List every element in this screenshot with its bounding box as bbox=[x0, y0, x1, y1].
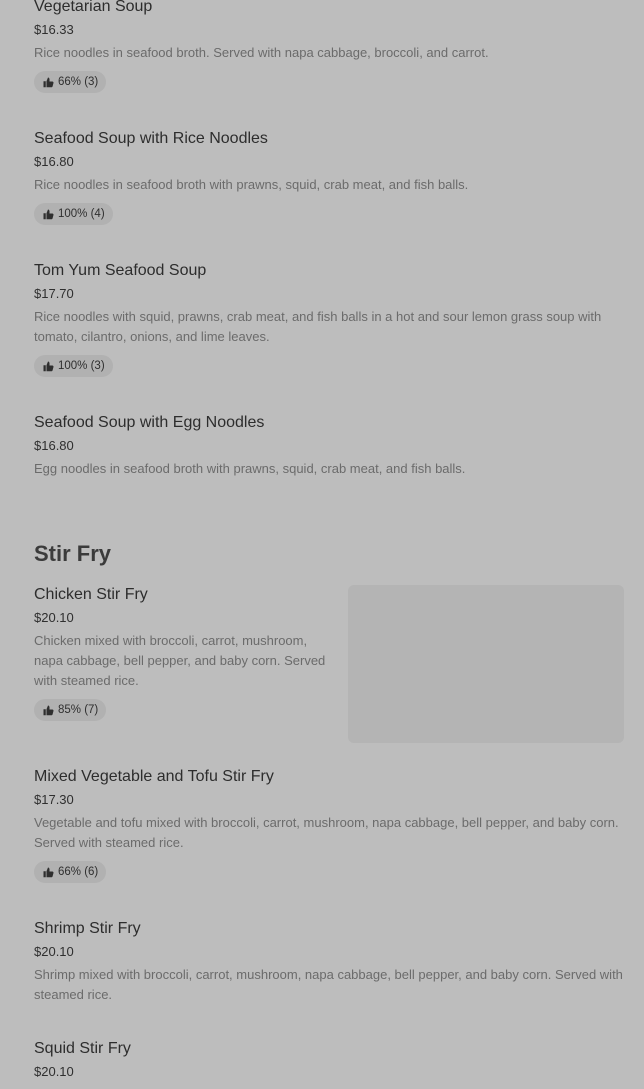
item-description: Egg noodles in seafood broth with prawns… bbox=[34, 461, 466, 476]
thumbs-up-icon bbox=[43, 77, 54, 88]
rating-badge: 66% (6) bbox=[34, 861, 107, 883]
rating-badge: 100% (3) bbox=[34, 355, 113, 377]
rating-text: 85% (7) bbox=[58, 704, 99, 716]
thumbs-up-icon bbox=[43, 705, 54, 716]
item-description: Rice noodles in seafood broth. Served wi… bbox=[34, 45, 489, 60]
menu-item-squid-stir-fry[interactable]: Squid Stir Fry $20.10 bbox=[34, 1039, 624, 1080]
item-description: Rice noodles with squid, prawns, crab me… bbox=[34, 309, 602, 344]
rating-text: 66% (3) bbox=[58, 76, 99, 88]
menu-item-mixed-vegetable-tofu-stir-fry[interactable]: Mixed Vegetable and Tofu Stir Fry $17.30… bbox=[34, 767, 624, 883]
rating-text: 66% (6) bbox=[58, 866, 99, 878]
menu-item-tom-yum-seafood-soup[interactable]: Tom Yum Seafood Soup $17.70 Rice noodles… bbox=[34, 261, 614, 377]
item-price: $16.33 bbox=[34, 22, 74, 37]
item-name: Tom Yum Seafood Soup bbox=[34, 262, 207, 279]
item-name: Seafood Soup with Rice Noodles bbox=[34, 130, 268, 147]
item-price: $16.80 bbox=[34, 438, 74, 453]
item-name: Mixed Vegetable and Tofu Stir Fry bbox=[34, 768, 274, 785]
rating-badge: 100% (4) bbox=[34, 203, 113, 225]
item-description: Shrimp mixed with broccoli, carrot, mush… bbox=[34, 967, 623, 1002]
menu-item-seafood-soup-egg-noodles[interactable]: Seafood Soup with Egg Noodles $16.80 Egg… bbox=[34, 413, 624, 479]
item-name: Vegetarian Soup bbox=[34, 0, 153, 15]
item-price: $17.70 bbox=[34, 286, 74, 301]
rating-badge: 66% (3) bbox=[34, 71, 107, 93]
menu-item-vegetarian-soup[interactable]: Vegetarian Soup $16.33 Rice noodles in s… bbox=[34, 0, 624, 93]
rating-badge: 85% (7) bbox=[34, 699, 107, 721]
rating-text: 100% (3) bbox=[58, 360, 105, 372]
item-price: $20.10 bbox=[34, 1064, 74, 1079]
item-description: Rice noodles in seafood broth with prawn… bbox=[34, 177, 469, 192]
item-price: $17.30 bbox=[34, 792, 74, 807]
item-name: Shrimp Stir Fry bbox=[34, 920, 141, 937]
item-description: Chicken mixed with broccoli, carrot, mus… bbox=[34, 633, 326, 688]
menu-item-shrimp-stir-fry[interactable]: Shrimp Stir Fry $20.10 Shrimp mixed with… bbox=[34, 919, 624, 1005]
item-price: $20.10 bbox=[34, 944, 74, 959]
item-name: Seafood Soup with Egg Noodles bbox=[34, 414, 265, 431]
menu-item-seafood-soup-rice-noodles[interactable]: Seafood Soup with Rice Noodles $16.80 Ri… bbox=[34, 129, 624, 225]
menu-item-chicken-stir-fry[interactable]: Chicken Stir Fry $20.10 Chicken mixed wi… bbox=[34, 585, 326, 721]
thumbs-up-icon bbox=[43, 361, 54, 372]
item-price: $20.10 bbox=[34, 610, 74, 625]
item-name: Chicken Stir Fry bbox=[34, 586, 148, 603]
menu-page: Vegetarian Soup $16.33 Rice noodles in s… bbox=[0, 0, 644, 1089]
item-price: $16.80 bbox=[34, 154, 74, 169]
item-description: Vegetable and tofu mixed with broccoli, … bbox=[34, 815, 619, 850]
item-name: Squid Stir Fry bbox=[34, 1040, 131, 1057]
item-image-placeholder[interactable] bbox=[348, 585, 624, 743]
section-title-stir-fry: Stir Fry bbox=[34, 541, 112, 566]
thumbs-up-icon bbox=[43, 209, 54, 220]
rating-text: 100% (4) bbox=[58, 208, 105, 220]
thumbs-up-icon bbox=[43, 867, 54, 878]
